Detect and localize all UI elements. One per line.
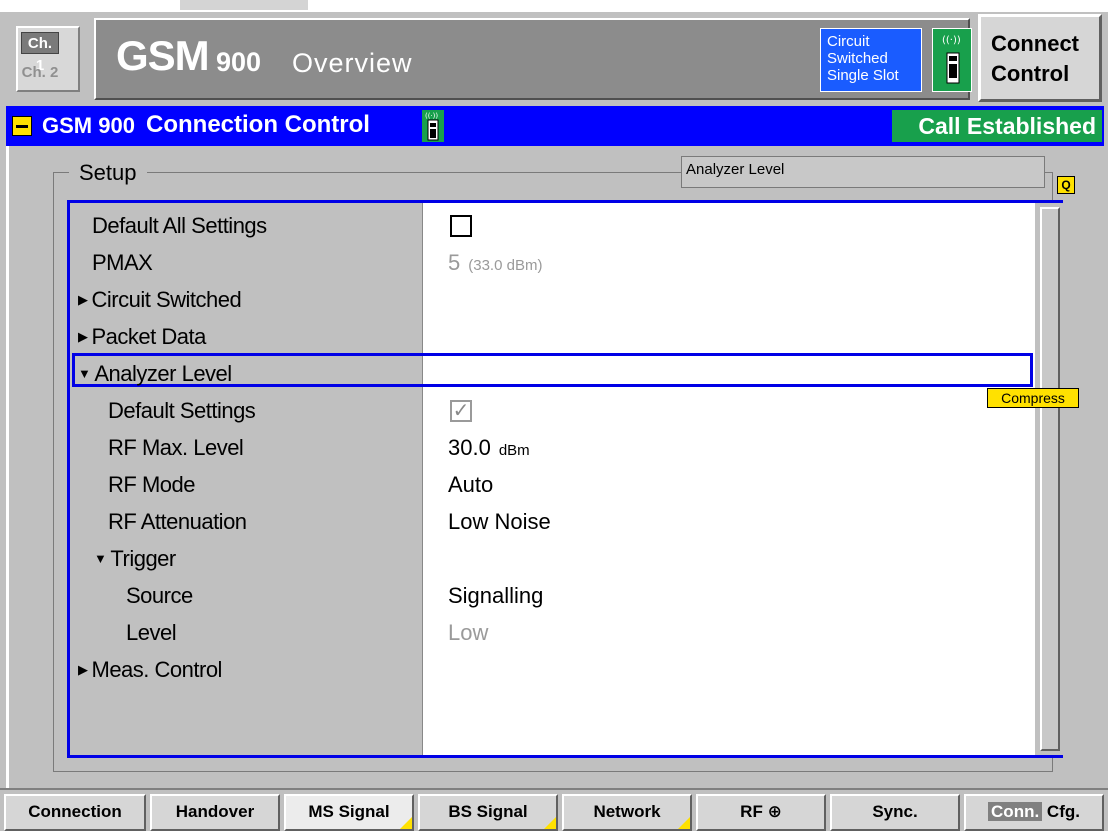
rf-max-level-value[interactable]: 30.0 dBm — [448, 435, 530, 461]
connection-control-title-bar: GSM 900 Connection Control ((·)) Call Es… — [6, 106, 1104, 146]
default-settings-checkbox[interactable]: ✓ — [450, 400, 472, 422]
rf-mode-value[interactable]: Auto — [448, 472, 493, 498]
tree-row[interactable]: ▼ Trigger — [70, 540, 1035, 577]
mode-line-3: Single Slot — [827, 67, 899, 84]
connection-mode-badge: Circuit Switched Single Slot — [820, 28, 922, 92]
channel-1-button[interactable]: Ch. 1 — [21, 32, 59, 74]
minimize-icon[interactable] — [12, 116, 32, 136]
row-label: Source — [126, 583, 193, 608]
call-status-badge: Call Established — [892, 110, 1102, 142]
softkey-cfg-label: Cfg. — [1046, 802, 1080, 821]
row-label: Trigger — [110, 546, 176, 571]
trigger-source-value[interactable]: Signalling — [448, 583, 543, 609]
softkey-rf-label: RF — [740, 802, 763, 821]
softkey-handover[interactable]: Handover — [150, 794, 280, 831]
title-panel: GSM 900 Overview Circuit Switched Single… — [94, 18, 1062, 100]
header: Ch. 1 Ch. 2 GSM 900 Overview Circuit Swi… — [0, 12, 1108, 104]
query-icon[interactable]: Q — [1057, 176, 1075, 194]
svg-text:((·)): ((·)) — [425, 112, 438, 120]
setup-group-label: Setup — [69, 160, 147, 186]
row-label: Packet Data — [91, 324, 207, 349]
rf-attenuation-value[interactable]: Low Noise — [448, 509, 551, 535]
channel-2-button[interactable]: Ch. 2 — [21, 62, 59, 84]
connect-control-label-2: Control — [991, 61, 1070, 86]
softkey-network-label: Network — [593, 802, 661, 821]
top-tab-fragment[interactable] — [180, 0, 308, 10]
mobile-signal-icon: ((·)) — [932, 28, 972, 92]
tree-row[interactable]: ▼ Analyzer Level — [70, 355, 1035, 392]
channel-selector: Ch. 1 Ch. 2 — [16, 26, 80, 92]
trigger-level-value[interactable]: Low — [448, 620, 488, 646]
row-label: RF Max. Level — [108, 435, 244, 460]
softkey-bs-signal-label: BS Signal — [448, 802, 528, 821]
mobile-phone-icon: ((·)) — [422, 110, 444, 142]
expand-right-icon[interactable]: ▶ — [78, 662, 88, 678]
tree-row[interactable]: ▶ Packet Data — [70, 318, 1035, 355]
tree-row[interactable]: Default Settings ✓ — [70, 392, 1035, 429]
softkey-ms-signal[interactable]: MS Signal — [284, 794, 414, 831]
svg-text:((·)): ((·)) — [942, 35, 961, 46]
softkey-sync[interactable]: Sync. — [830, 794, 960, 831]
main-panel: Setup Analyzer Level Q Default All Setti… — [6, 146, 1104, 788]
tree-row[interactable]: RF Attenuation Low Noise — [70, 503, 1035, 540]
pmax-unit: (33.0 dBm) — [468, 257, 543, 274]
softkey-network[interactable]: Network — [562, 794, 692, 831]
expand-right-icon[interactable]: ▶ — [78, 292, 88, 308]
tree-row[interactable]: RF Max. Level 30.0 dBm — [70, 429, 1035, 466]
mode-line-1: Circuit — [827, 33, 870, 50]
rf-max-level-unit: dBm — [498, 442, 530, 459]
title-bar-title: Connection Control — [146, 111, 370, 138]
selected-item-field: Analyzer Level — [681, 156, 1045, 188]
tree-row[interactable]: ▶ Meas. Control — [70, 651, 1035, 688]
rf-max-level-number: 30.0 — [448, 435, 491, 460]
settings-tree: Default All Settings PMAX 5 (33.0 dBm) ▶ C… — [67, 200, 1063, 758]
softkey-bar: Connection Handover MS Signal BS Signal … — [0, 788, 1108, 831]
rf-connector-icon: ⊕ — [767, 802, 782, 821]
default-all-settings-checkbox[interactable] — [450, 215, 472, 237]
softkey-corner-marker — [678, 817, 690, 829]
tree-row[interactable]: ▶ Circuit Switched — [70, 281, 1035, 318]
row-label: Level — [126, 620, 177, 645]
row-label: RF Mode — [108, 472, 195, 497]
expand-right-icon[interactable]: ▶ — [78, 329, 88, 345]
softkey-corner-marker — [400, 817, 412, 829]
tree-row[interactable]: Level Low — [70, 614, 1035, 651]
tree-row[interactable]: Default All Settings — [70, 207, 1035, 244]
top-strip — [0, 0, 1108, 12]
collapse-down-icon[interactable]: ▼ — [78, 366, 91, 381]
softkey-rf[interactable]: RF ⊕ — [696, 794, 826, 831]
connect-control-button[interactable]: Connect Control — [978, 14, 1102, 102]
softkey-connection[interactable]: Connection — [4, 794, 146, 831]
softkey-corner-marker — [544, 817, 556, 829]
softkey-conn-label: Conn. — [988, 802, 1043, 821]
collapse-down-icon[interactable]: ▼ — [94, 551, 107, 566]
row-label: Default Settings — [108, 398, 256, 423]
row-label: Analyzer Level — [94, 361, 232, 386]
page-subtitle: Overview — [292, 48, 413, 78]
connect-control-label-1: Connect — [991, 31, 1079, 56]
tree-row[interactable]: PMAX 5 (33.0 dBm) — [70, 244, 1035, 281]
page-title-band: 900 — [216, 47, 262, 77]
vertical-scrollbar[interactable] — [1037, 203, 1063, 755]
pmax-level: 5 — [448, 250, 461, 275]
row-label: RF Attenuation — [108, 509, 247, 534]
page-title: GSM — [116, 32, 210, 79]
row-label: Default All Settings — [92, 213, 267, 238]
scrollbar-thumb[interactable] — [1040, 207, 1060, 751]
title-bar-band: GSM 900 — [42, 113, 135, 138]
pmax-value[interactable]: 5 (33.0 dBm) — [448, 250, 542, 276]
row-label: PMAX — [92, 250, 153, 275]
row-label: Circuit Switched — [91, 287, 242, 312]
softkey-ms-signal-label: MS Signal — [308, 802, 390, 821]
mode-line-2: Switched — [827, 50, 888, 67]
softkey-bs-signal[interactable]: BS Signal — [418, 794, 558, 831]
softkey-conn-cfg[interactable]: Conn. Cfg. — [964, 794, 1104, 831]
compress-button[interactable]: Compress — [987, 388, 1079, 408]
row-label: Meas. Control — [91, 657, 223, 682]
tree-row[interactable]: RF Mode Auto — [70, 466, 1035, 503]
tree-row[interactable]: Source Signalling — [70, 577, 1035, 614]
